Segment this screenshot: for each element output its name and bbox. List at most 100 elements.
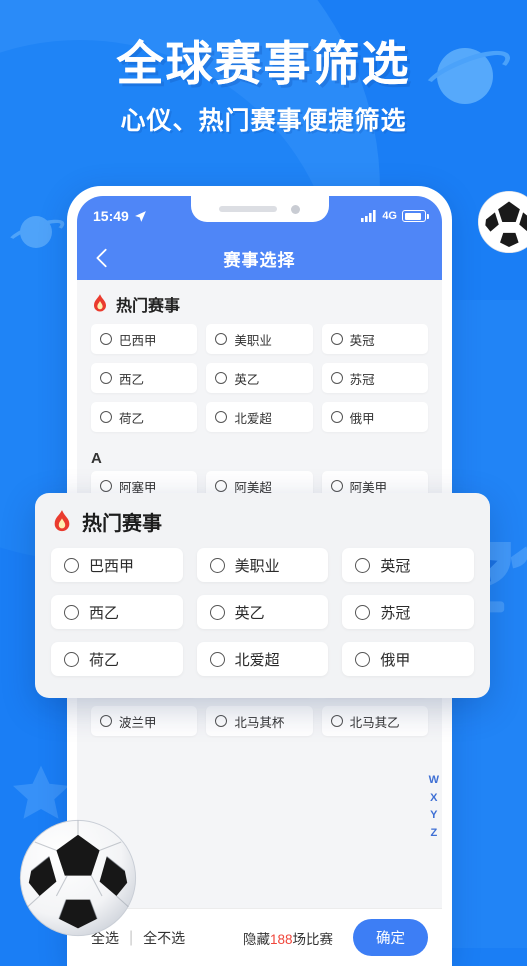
hide-count: 188 bbox=[269, 931, 293, 947]
bottom-action-bar: 全选 | 全不选 隐藏188场比赛 确定 bbox=[77, 908, 442, 966]
hot-fire-icon bbox=[54, 509, 70, 531]
radio-icon[interactable] bbox=[355, 557, 371, 573]
league-chip[interactable]: 俄甲 bbox=[342, 642, 474, 676]
league-chip-label: 俄甲 bbox=[349, 411, 375, 426]
league-chip[interactable]: 北马其杯 bbox=[206, 706, 313, 736]
league-chip[interactable]: 荷乙 bbox=[51, 642, 183, 676]
radio-icon[interactable] bbox=[330, 715, 343, 727]
league-chip[interactable]: 北爱超 bbox=[206, 402, 313, 432]
league-chip-label: 波兰甲 bbox=[119, 715, 157, 730]
league-chip[interactable]: 荷乙 bbox=[91, 402, 198, 432]
callout-label: 热门赛事 bbox=[82, 513, 162, 535]
front-camera bbox=[291, 204, 300, 214]
league-chip[interactable]: 英冠 bbox=[321, 324, 428, 354]
league-chip-label: 巴西甲 bbox=[89, 557, 135, 575]
radio-icon[interactable] bbox=[100, 480, 112, 492]
radio-icon[interactable] bbox=[64, 604, 79, 620]
radio-icon[interactable] bbox=[330, 411, 343, 423]
select-none-button[interactable]: 全不选 bbox=[143, 928, 185, 948]
hot-fire-icon bbox=[94, 294, 106, 312]
alphabet-index-letter[interactable]: X bbox=[430, 790, 437, 808]
league-chip-label: 北马其乙 bbox=[349, 715, 400, 730]
navbar-title: 赛事选择 bbox=[223, 250, 296, 270]
radio-icon[interactable] bbox=[209, 557, 225, 573]
radio-icon[interactable] bbox=[64, 557, 79, 573]
status-bar-left: 15:49 bbox=[93, 208, 147, 224]
hide-suffix: 场比赛 bbox=[292, 931, 334, 947]
league-chip-label: 苏冠 bbox=[380, 604, 411, 622]
league-chip[interactable]: 英冠 bbox=[342, 548, 474, 582]
league-chip-label: 俄甲 bbox=[380, 651, 411, 669]
league-chip[interactable]: 美职业 bbox=[196, 548, 329, 582]
radio-icon[interactable] bbox=[330, 333, 343, 345]
league-chip-label: 北爱超 bbox=[234, 651, 280, 669]
league-chip[interactable]: 苏冠 bbox=[321, 363, 428, 393]
league-chip-label: 英乙 bbox=[234, 372, 260, 387]
radio-icon[interactable] bbox=[100, 372, 112, 384]
hidden-matches-status: 隐藏188场比赛 bbox=[195, 928, 343, 948]
hot-section-label: 热门赛事 bbox=[116, 298, 181, 315]
league-chip-label: 苏冠 bbox=[349, 372, 375, 387]
radio-icon[interactable] bbox=[64, 651, 79, 667]
radio-icon[interactable] bbox=[215, 372, 228, 384]
league-chip-label: 英乙 bbox=[234, 604, 265, 622]
league-chip[interactable]: 北马其乙 bbox=[321, 706, 428, 736]
radio-icon[interactable] bbox=[209, 651, 225, 667]
callout-header: 热门赛事 bbox=[51, 507, 474, 536]
radio-icon[interactable] bbox=[215, 333, 228, 345]
league-chip-label: 英冠 bbox=[349, 333, 375, 348]
radio-icon[interactable] bbox=[215, 480, 228, 492]
league-chip[interactable]: 巴西甲 bbox=[91, 324, 198, 354]
confirm-button[interactable]: 确定 bbox=[353, 919, 428, 956]
battery-icon bbox=[402, 210, 429, 222]
page-title: 全球赛事筛选 bbox=[116, 37, 411, 90]
status-time: 15:49 bbox=[93, 208, 129, 224]
phone-notch bbox=[190, 196, 329, 222]
league-chip[interactable]: 英乙 bbox=[206, 363, 313, 393]
league-chip-label: 巴西甲 bbox=[119, 333, 157, 348]
league-chip-label: 荷乙 bbox=[89, 651, 120, 669]
planet-icon bbox=[4, 212, 68, 252]
league-chip-label: 美职业 bbox=[234, 333, 272, 348]
soccer-ball-icon bbox=[19, 819, 137, 937]
alphabet-index-bottom[interactable]: WXYZ bbox=[429, 772, 439, 842]
league-chip[interactable]: 美职业 bbox=[206, 324, 313, 354]
league-chip[interactable]: 巴西甲 bbox=[51, 548, 183, 582]
letter-header-a: A bbox=[91, 450, 102, 467]
league-chip[interactable]: 西乙 bbox=[91, 363, 198, 393]
league-chip-label: 英冠 bbox=[380, 557, 411, 575]
league-chip[interactable]: 苏冠 bbox=[342, 595, 474, 629]
radio-icon[interactable] bbox=[330, 372, 343, 384]
radio-icon[interactable] bbox=[215, 715, 228, 727]
radio-icon[interactable] bbox=[100, 411, 112, 423]
radio-icon[interactable] bbox=[355, 651, 371, 667]
status-bar-right: 4G bbox=[361, 210, 429, 222]
radio-icon[interactable] bbox=[209, 604, 225, 620]
callout-grid: 巴西甲 美职业 英冠西乙 英乙 苏冠荷乙 北爱超 俄甲 bbox=[51, 548, 474, 676]
alphabet-index-letter[interactable]: Y bbox=[430, 807, 437, 825]
hot-section-grid: 巴西甲 美职业 英冠西乙 英乙 苏冠荷乙 北爱超 俄甲 bbox=[77, 324, 442, 442]
radio-icon[interactable] bbox=[330, 480, 343, 492]
alphabet-index-letter[interactable]: W bbox=[429, 772, 439, 790]
earpiece-speaker bbox=[219, 206, 277, 212]
league-chip-label: 西乙 bbox=[89, 604, 120, 622]
league-chip[interactable]: 英乙 bbox=[196, 595, 329, 629]
network-label: 4G bbox=[382, 210, 397, 222]
status-bar: 15:49 4G bbox=[77, 196, 442, 236]
league-chip-label: 美职业 bbox=[234, 557, 280, 575]
league-chip[interactable]: 波兰甲 bbox=[91, 706, 198, 736]
alphabet-index-letter[interactable]: Z bbox=[430, 825, 437, 843]
radio-icon[interactable] bbox=[100, 333, 112, 345]
radio-icon[interactable] bbox=[100, 715, 112, 727]
radio-icon[interactable] bbox=[215, 411, 228, 423]
league-chip-label: 荷乙 bbox=[119, 411, 145, 426]
league-chip[interactable]: 西乙 bbox=[51, 595, 183, 629]
bottom-bar-divider: | bbox=[129, 928, 134, 946]
hot-section-callout-panel: 热门赛事 巴西甲 美职业 英冠西乙 英乙 苏冠荷乙 北爱超 俄甲 bbox=[35, 493, 490, 698]
radio-icon[interactable] bbox=[355, 604, 371, 620]
league-chip[interactable]: 俄甲 bbox=[321, 402, 428, 432]
league-chip-label: 北爱超 bbox=[234, 411, 272, 426]
signal-bars-icon bbox=[361, 210, 376, 222]
league-chip[interactable]: 北爱超 bbox=[196, 642, 329, 676]
chevron-left-icon[interactable] bbox=[91, 247, 113, 269]
